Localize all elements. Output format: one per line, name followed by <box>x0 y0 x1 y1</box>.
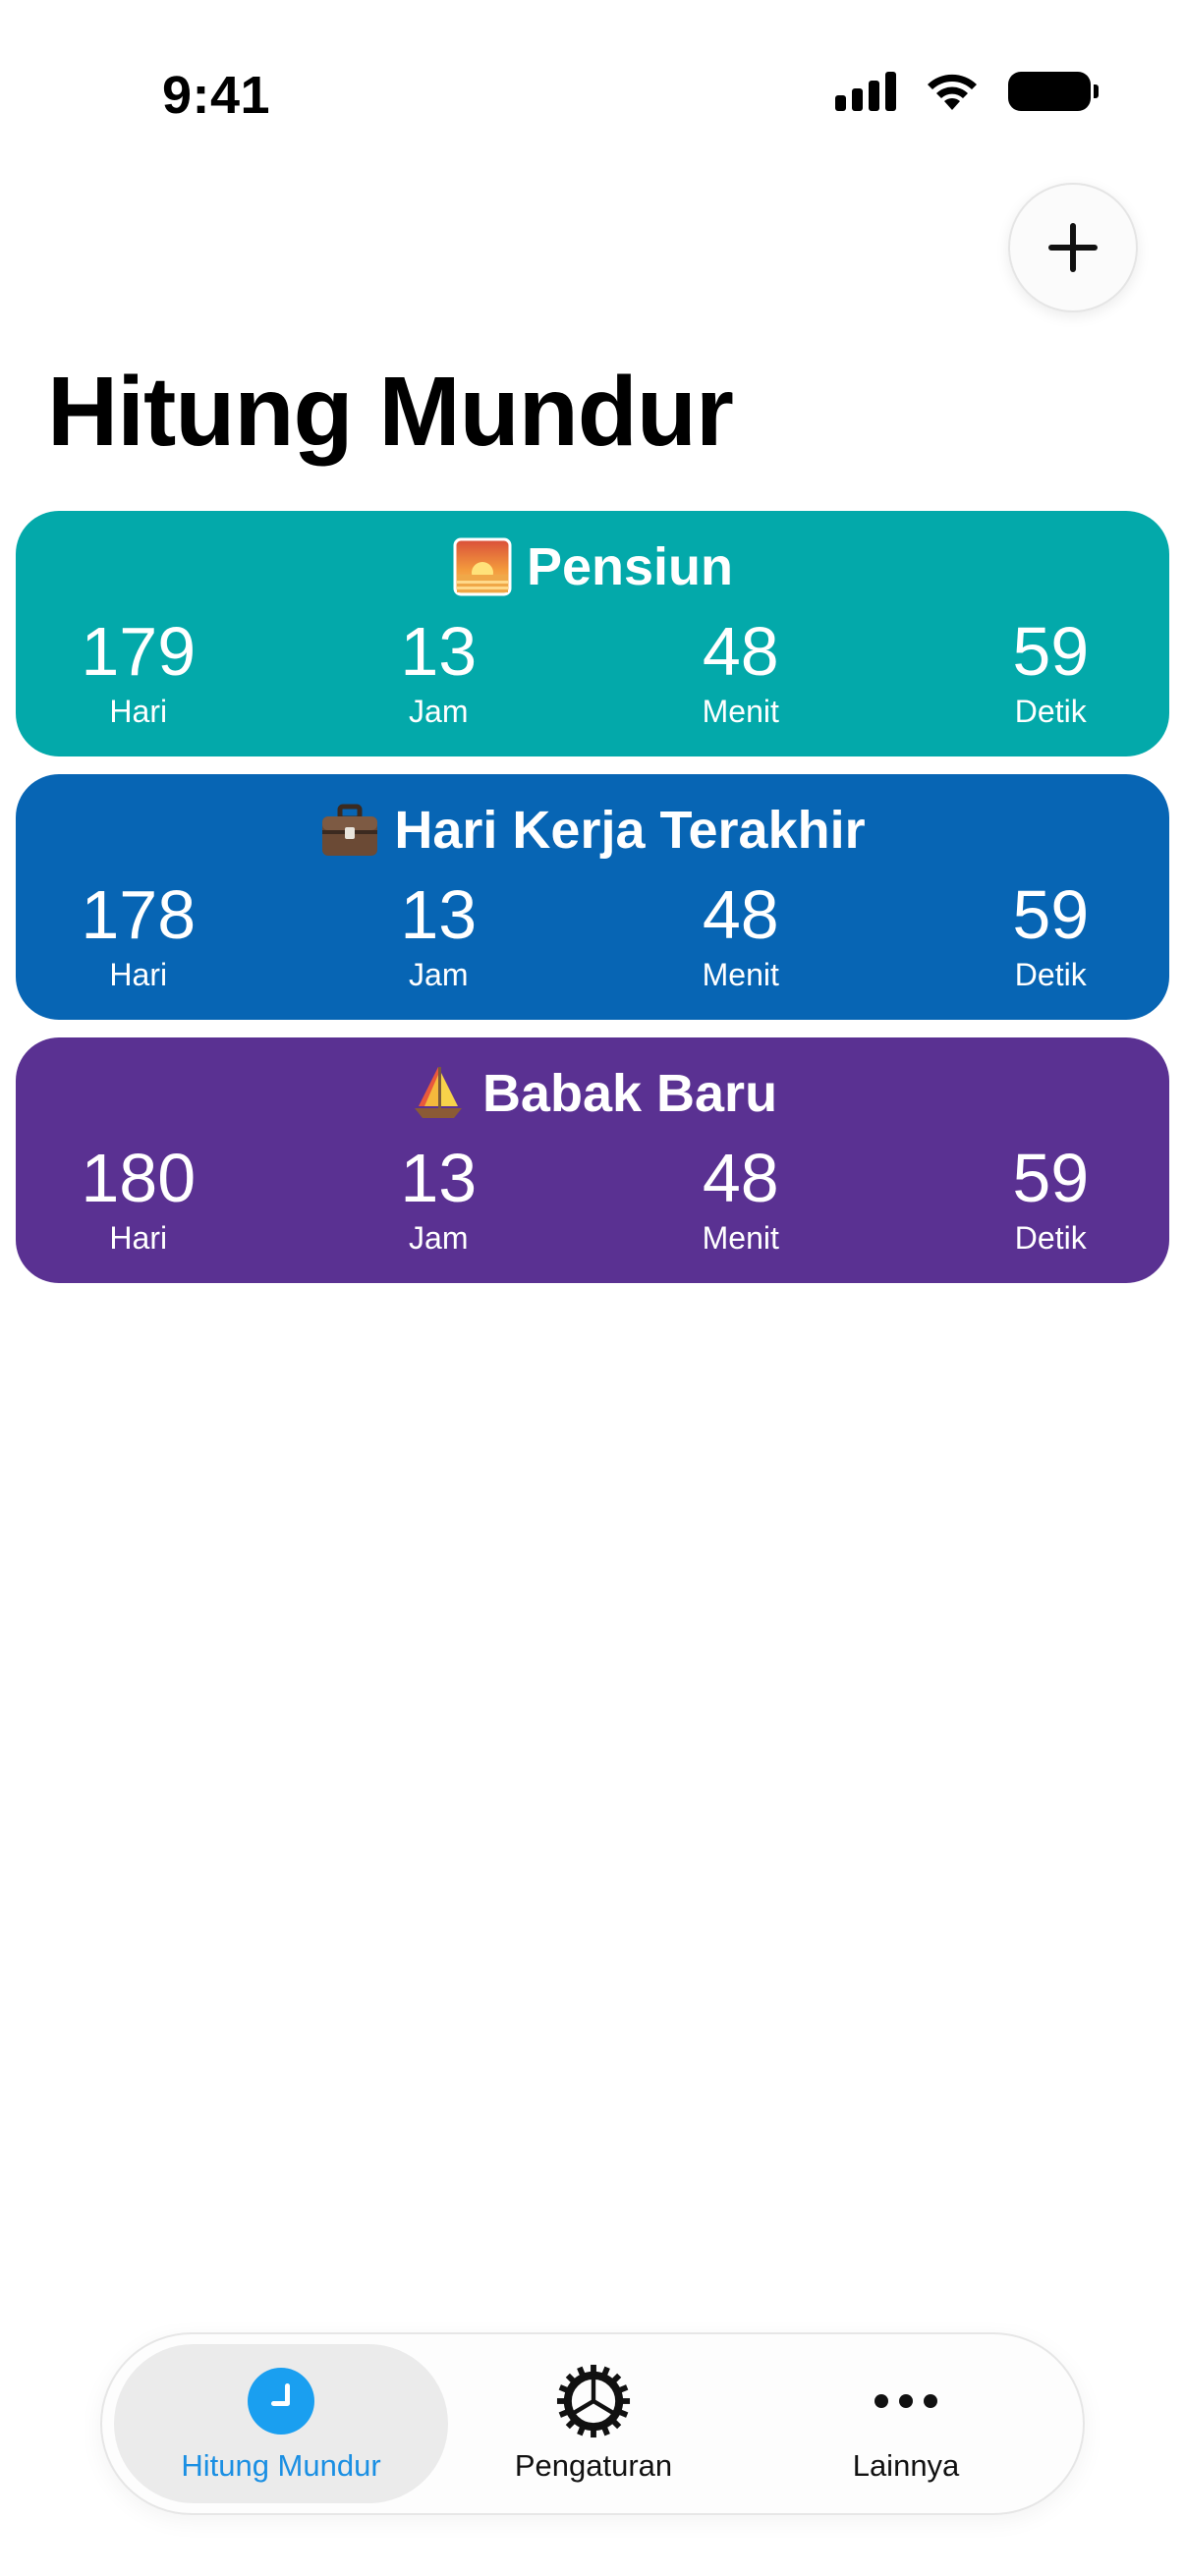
clock-icon <box>244 2364 318 2438</box>
days-unit: 180 Hari <box>0 1144 283 1257</box>
minutes-unit: 48 Menit <box>596 617 885 730</box>
days-value: 180 <box>81 1140 197 1216</box>
minutes-label: Menit <box>702 1220 779 1256</box>
tab-label: Lainnya <box>852 2448 960 2483</box>
tab-pengaturan[interactable]: Pengaturan <box>426 2344 761 2503</box>
add-countdown-button[interactable] <box>1008 183 1138 312</box>
seconds-value: 59 <box>1012 876 1090 953</box>
tab-label: Hitung Mundur <box>181 2448 381 2483</box>
hours-value: 13 <box>400 1140 478 1216</box>
days-value: 178 <box>81 876 197 953</box>
sunrise-icon <box>452 536 513 597</box>
briefcase-icon <box>319 800 380 861</box>
countdown-card[interactable]: Pensiun 179 Hari 13 Jam 48 Menit 59 Deti… <box>16 511 1169 756</box>
minutes-unit: 48 Menit <box>596 880 885 993</box>
minutes-value: 48 <box>702 613 779 690</box>
countdown-card-title-row: Babak Baru <box>16 1061 1169 1126</box>
hours-unit: 13 Jam <box>295 880 584 993</box>
status-icons <box>835 71 1099 112</box>
countdown-list: Pensiun 179 Hari 13 Jam 48 Menit 59 Deti… <box>16 511 1169 1301</box>
hours-label: Jam <box>409 957 469 992</box>
seconds-unit: 59 Detik <box>907 1144 1185 1257</box>
countdown-units: 179 Hari 13 Jam 48 Menit 59 Detik <box>16 617 1169 730</box>
hours-value: 13 <box>400 876 478 953</box>
tab-hitung-mundur[interactable]: Hitung Mundur <box>114 2344 448 2503</box>
plus-icon <box>1048 223 1098 272</box>
countdown-title: Pensiun <box>526 537 734 596</box>
minutes-value: 48 <box>702 876 779 953</box>
tab-label: Pengaturan <box>514 2448 673 2483</box>
countdown-card[interactable]: Babak Baru 180 Hari 13 Jam 48 Menit 59 D… <box>16 1037 1169 1283</box>
seconds-label: Detik <box>1014 957 1087 992</box>
seconds-label: Detik <box>1014 694 1087 729</box>
countdown-units: 178 Hari 13 Jam 48 Menit 59 Detik <box>16 880 1169 993</box>
minutes-label: Menit <box>702 957 779 992</box>
battery-icon <box>1008 72 1099 111</box>
status-time: 9:41 <box>162 66 271 125</box>
days-label: Hari <box>109 1220 168 1256</box>
minutes-unit: 48 Menit <box>596 1144 885 1257</box>
tab-bar: Hitung Mundur Pengaturan Lainnya <box>100 2332 1085 2515</box>
days-unit: 178 Hari <box>0 880 283 993</box>
seconds-unit: 59 Detik <box>907 880 1185 993</box>
seconds-value: 59 <box>1012 613 1090 690</box>
cellular-signal-icon <box>835 72 896 111</box>
days-unit: 179 Hari <box>0 617 283 730</box>
countdown-card-title-row: Pensiun <box>16 534 1169 599</box>
countdown-card-title-row: Hari Kerja Terakhir <box>16 798 1169 863</box>
countdown-title: Hari Kerja Terakhir <box>394 801 866 860</box>
hours-label: Jam <box>409 694 469 729</box>
countdown-title: Babak Baru <box>481 1064 778 1123</box>
sailboat-icon <box>408 1063 469 1124</box>
countdown-units: 180 Hari 13 Jam 48 Menit 59 Detik <box>16 1144 1169 1257</box>
countdown-screen: 9:41 Hitung Mundur Pensiun 179 Hari 13 J… <box>0 0 1185 2576</box>
countdown-card[interactable]: Hari Kerja Terakhir 178 Hari 13 Jam 48 M… <box>16 774 1169 1020</box>
tab-lainnya[interactable]: Lainnya <box>739 2344 1073 2503</box>
seconds-label: Detik <box>1014 1220 1087 1256</box>
minutes-label: Menit <box>702 694 779 729</box>
days-label: Hari <box>109 957 168 992</box>
days-value: 179 <box>81 613 197 690</box>
more-icon <box>869 2364 943 2438</box>
gear-icon <box>556 2364 631 2438</box>
page-title: Hitung Mundur <box>47 357 734 467</box>
hours-value: 13 <box>400 613 478 690</box>
wifi-icon <box>928 74 977 110</box>
hours-unit: 13 Jam <box>295 617 584 730</box>
days-label: Hari <box>109 694 168 729</box>
hours-label: Jam <box>409 1220 469 1256</box>
hours-unit: 13 Jam <box>295 1144 584 1257</box>
seconds-unit: 59 Detik <box>907 617 1185 730</box>
seconds-value: 59 <box>1012 1140 1090 1216</box>
minutes-value: 48 <box>702 1140 779 1216</box>
